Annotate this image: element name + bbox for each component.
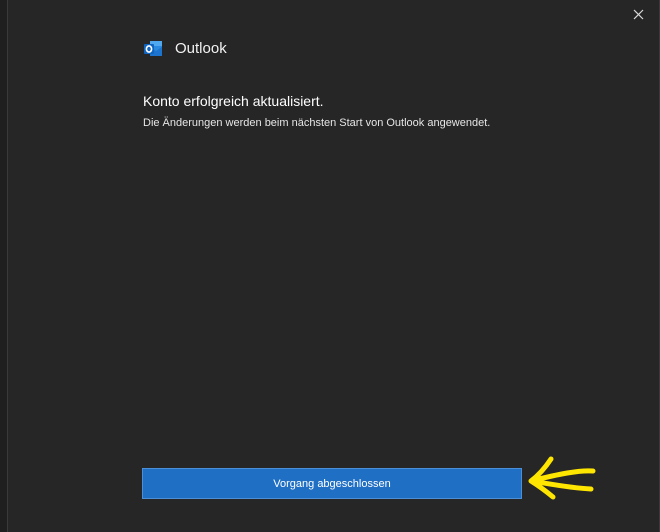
annotation-arrow-icon — [528, 456, 596, 500]
app-name: Outlook — [175, 40, 227, 57]
account-updated-dialog: Outlook Konto erfolgreich aktualisiert. … — [0, 0, 660, 532]
app-brand: Outlook — [143, 40, 227, 58]
window-left-edge — [0, 0, 8, 532]
outlook-icon — [144, 41, 162, 56]
dialog-title: Konto erfolgreich aktualisiert. — [143, 93, 324, 109]
close-button[interactable] — [630, 6, 646, 22]
dialog-message: Die Änderungen werden beim nächsten Star… — [143, 117, 491, 129]
close-icon — [633, 9, 643, 19]
done-button[interactable]: Vorgang abgeschlossen — [142, 468, 522, 499]
